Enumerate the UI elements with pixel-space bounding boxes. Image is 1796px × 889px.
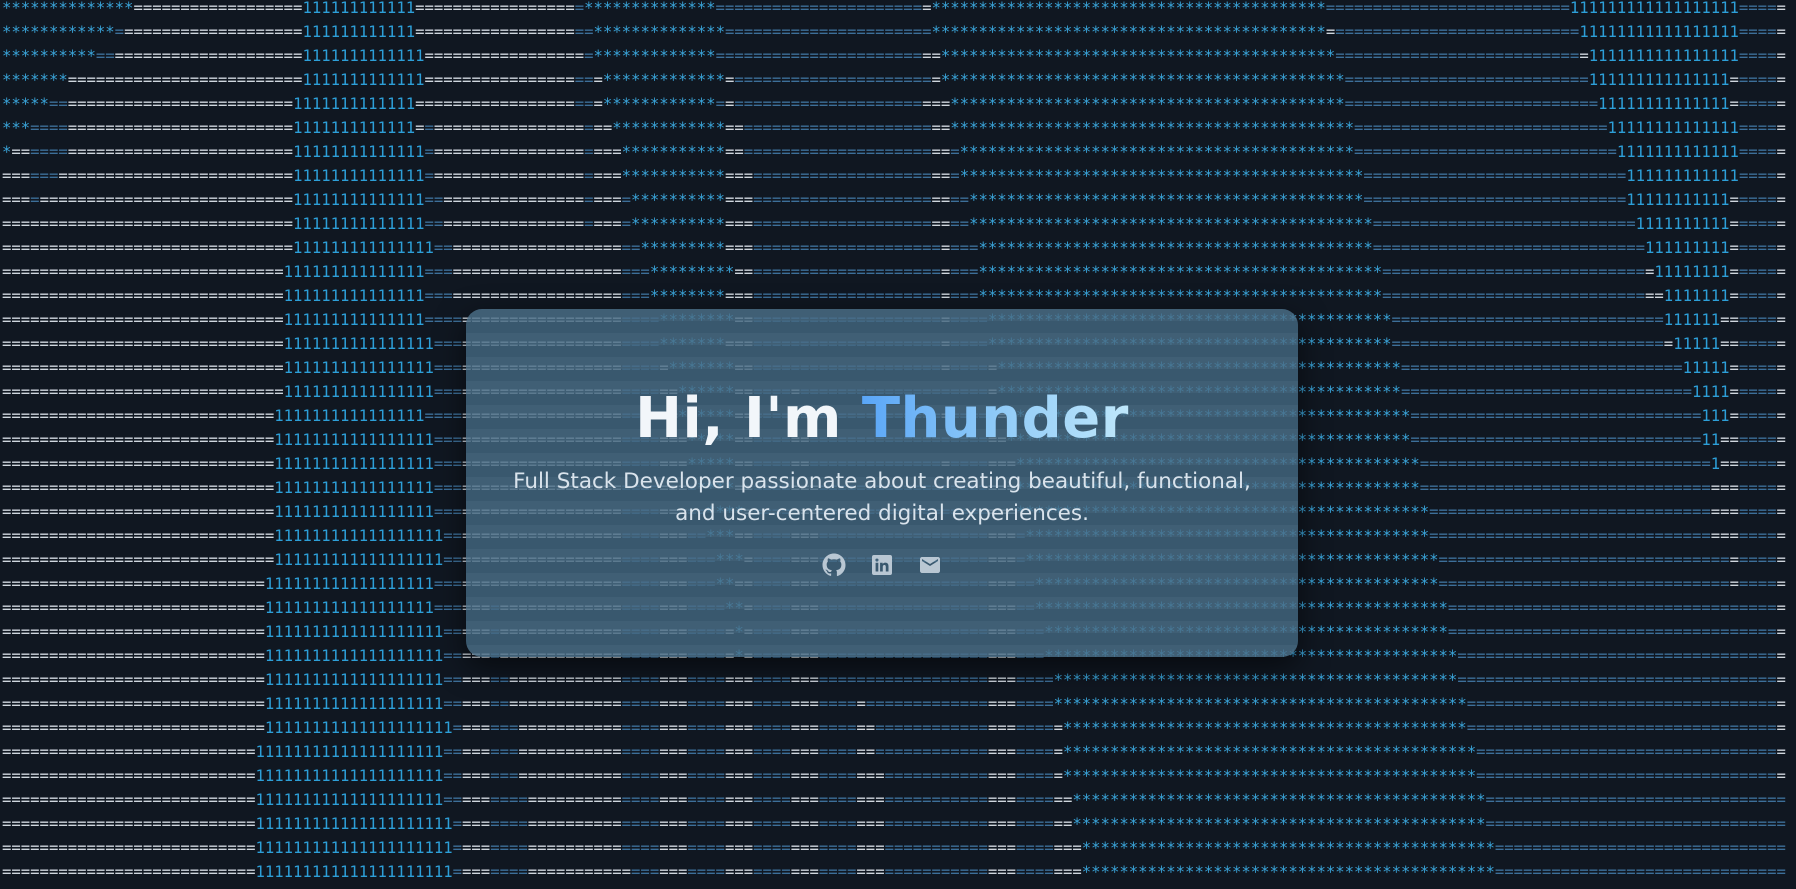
- ascii-row: ===========================1111111111111…: [2, 863, 1786, 881]
- ascii-row: ***============================111111111…: [2, 119, 1786, 137]
- ascii-row: ===========================1111111111111…: [2, 791, 1786, 809]
- ascii-row: ===============================111111111…: [2, 215, 1786, 233]
- ascii-row: ===========================1111111111111…: [2, 743, 1786, 761]
- ascii-row: ===============================111111111…: [2, 167, 1786, 185]
- hero-subtitle: Full Stack Developer passionate about cr…: [506, 466, 1258, 530]
- mail-icon: [920, 557, 940, 573]
- hero-subtitle-line-1: Full Stack Developer passionate about cr…: [513, 469, 1251, 494]
- github-link[interactable]: [822, 553, 846, 577]
- ascii-row: ===========================1111111111111…: [2, 815, 1786, 833]
- hero-subtitle-line-2: and user-centered digital experiences.: [675, 501, 1089, 526]
- ascii-row: **********======================11111111…: [2, 47, 1786, 65]
- hero-name: Thunder: [861, 386, 1129, 451]
- hero-greeting: Hi, I'm: [635, 386, 862, 451]
- ascii-row: *****==========================111111111…: [2, 95, 1786, 113]
- social-links: [466, 553, 1298, 577]
- linkedin-icon: [872, 555, 892, 575]
- ascii-row: ============================111111111111…: [2, 695, 1786, 713]
- ascii-row: ============================111111111111…: [2, 671, 1786, 689]
- ascii-row: **************==================11111111…: [2, 0, 1786, 17]
- ascii-row: ===============================111111111…: [2, 239, 1786, 257]
- ascii-row: ************====================11111111…: [2, 23, 1786, 41]
- ascii-row: *******=========================11111111…: [2, 71, 1786, 89]
- ascii-row: ===========================1111111111111…: [2, 767, 1786, 785]
- ascii-row: ============================111111111111…: [2, 719, 1786, 737]
- github-icon: [822, 553, 846, 577]
- linkedin-link[interactable]: [870, 553, 894, 577]
- ascii-row: ===========================1111111111111…: [2, 839, 1786, 857]
- ascii-row: ==============================1111111111…: [2, 287, 1786, 305]
- email-link[interactable]: [918, 553, 942, 577]
- hero-heading: Hi, I'm Thunder: [466, 384, 1298, 454]
- ascii-row: *==============================111111111…: [2, 143, 1786, 161]
- ascii-row: ==============================1111111111…: [2, 263, 1786, 281]
- ascii-row: ===============================111111111…: [2, 191, 1786, 209]
- hero-card: Hi, I'm Thunder Full Stack Developer pas…: [466, 309, 1298, 657]
